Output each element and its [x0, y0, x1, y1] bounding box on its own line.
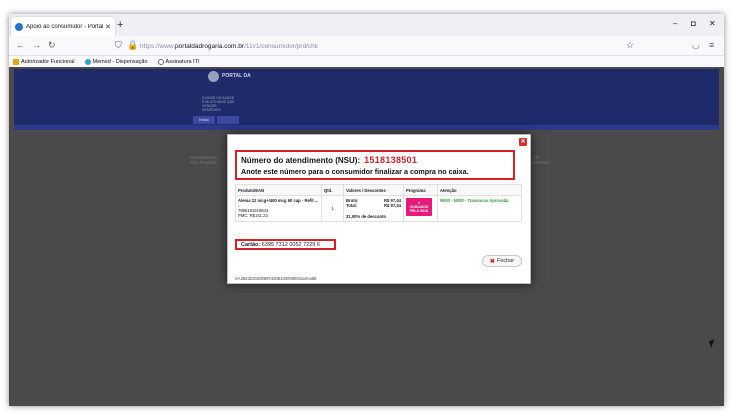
lock-icon[interactable]: 🔒 [127, 40, 138, 51]
reload-icon[interactable]: ↻ [48, 40, 56, 51]
url-bar[interactable]: https://www. portaldadrogaria.com.br /11… [140, 40, 640, 53]
bookmarks-bar: Autorizador Funcional Memed - Dispensaçã… [9, 56, 724, 67]
portal-header [14, 69, 719, 125]
mouse-cursor-icon [708, 339, 718, 348]
transaction-code: XA39232202008074206100008601tarma68 [235, 276, 317, 281]
discount-text: 31,00% de desconto [346, 214, 387, 219]
pocket-icon[interactable]: ◡ [692, 40, 700, 51]
portal-menu-strip [14, 125, 719, 130]
product-pmc: PMC: R$141,23 [238, 213, 268, 218]
memed-icon [84, 58, 91, 65]
bookmark-autorizador[interactable]: Autorizador Funcional [13, 58, 75, 65]
close-button-label: Fechar [496, 258, 515, 264]
portal-logo-icon [208, 71, 219, 82]
program-logo: ♥ CUIDADOS PELA VIDA [406, 198, 432, 216]
menu-item[interactable] [217, 116, 239, 124]
card-number: 6395 7312 0052 7229 6 [261, 242, 320, 248]
modal-close-icon[interactable]: ✕ [519, 138, 527, 146]
close-x-icon: ✖ [489, 258, 495, 265]
browser-tab[interactable]: Apoio ao consumidor - Portal d ✕ [11, 17, 115, 36]
portal-logo-text: PORTAL DA [222, 73, 251, 79]
bookmark-assinatura[interactable]: Assinatura ITI [157, 58, 200, 65]
program-cell: ♥ CUIDADOS PELA VIDA [403, 195, 438, 222]
column-header: Produto/EAN [235, 184, 322, 196]
bookmark-label: Memed - Dispensação [92, 58, 148, 65]
bg-label-atendimento: Atendimento Por Produto [190, 155, 218, 165]
nsu-number: 1518138501 [364, 155, 418, 165]
url-path: /11v1/consumidor/prd/chk [244, 43, 319, 50]
table-row: Alenia 12 mcg+/400 mcg 60 cap - Refil ..… [235, 195, 522, 222]
tab-title: Apoio ao consumidor - Portal d [26, 23, 104, 30]
total-value: R$ 97,44 [384, 203, 401, 208]
window-close-icon[interactable]: ✕ [709, 19, 716, 28]
total-label: Total: [346, 203, 358, 208]
card-label: Cartão: [241, 242, 261, 248]
minimize-icon[interactable]: – [673, 19, 677, 28]
url-prefix: https://www. [140, 43, 176, 50]
product-name: Alenia 12 mcg+/400 mcg 60 cap - Refil ..… [238, 198, 319, 208]
program-name: CUIDADOS PELA VIDA [409, 205, 429, 213]
bookmark-label: Autorizador Funcional [21, 58, 75, 65]
card-highlight-box: Cartão: 6395 7312 0052 7229 6 [235, 239, 336, 250]
column-header: Valores / Descontos [343, 184, 404, 196]
bookmark-memed[interactable]: Memed - Dispensação [84, 58, 148, 65]
tab-bar: Apoio ao consumidor - Portal d ✕ + – ◘ ✕ [9, 14, 724, 36]
navigation-bar: ← → ↻ ⛉ 🔒 https://www. portaldadrogaria.… [9, 36, 724, 56]
nsu-modal: ✕ Número do atendimento (NSU): 1518138501… [227, 134, 531, 284]
attention-cell: N000 - N000 - Transacao Aprovada [437, 195, 522, 222]
tab-favicon-icon [15, 22, 23, 31]
back-arrow-icon[interactable]: ← [16, 40, 25, 50]
product-cell: Alenia 12 mcg+/400 mcg 60 cap - Refil ..… [235, 195, 322, 222]
table-header-row: Produto/EAN Qtd. Valores / Descontos Pro… [235, 184, 522, 196]
hamburger-menu-icon[interactable]: ≡ [709, 40, 714, 50]
bookmark-folder-icon [13, 58, 19, 65]
values-cell: Bruto: R$ 97,44 Total: R$ 97,44 31,00% de … [343, 195, 404, 222]
bookmark-star-icon[interactable]: ☆ [626, 40, 634, 51]
globe-icon [157, 58, 164, 65]
total-row: Total: R$ 97,44 [346, 203, 401, 208]
browser-window: Apoio ao consumidor - Portal d ✕ + – ◘ ✕… [9, 14, 724, 406]
items-table: Produto/EAN Qtd. Valores / Descontos Pro… [235, 184, 522, 222]
column-header: Programa [403, 184, 438, 196]
bookmark-label: Assinatura ITI [165, 58, 200, 65]
column-header: Atenção [437, 184, 522, 196]
close-button[interactable]: ✖ Fechar [482, 255, 522, 267]
nsu-instruction: Anote este número para o consumidor fina… [241, 167, 469, 176]
nsu-heading: Número do atendimento (NSU): 1518138501 [241, 155, 509, 165]
nsu-highlight-box: Número do atendimento (NSU): 1518138501 A… [235, 150, 515, 180]
new-tab-icon[interactable]: + [117, 19, 123, 31]
maximize-icon[interactable]: ◘ [691, 19, 696, 28]
menu-inicio[interactable]: Início [193, 116, 215, 124]
page-content: PORTAL DA CUIDAR DA SAÚDE É MUITO MAIS Q… [9, 67, 724, 406]
portal-slogan: CUIDAR DA SAÚDE É MUITO MAIS QUE VENDER … [202, 96, 235, 112]
nsu-label: Número do atendimento (NSU): [241, 156, 361, 165]
column-header: Qtd. [321, 184, 344, 196]
qty-cell: 1 [321, 195, 344, 222]
forward-arrow-icon[interactable]: → [32, 40, 41, 50]
tab-close-icon[interactable]: ✕ [105, 23, 111, 31]
url-domain: portaldadrogaria.com.br [175, 43, 245, 50]
shield-icon[interactable]: ⛉ [115, 40, 122, 51]
